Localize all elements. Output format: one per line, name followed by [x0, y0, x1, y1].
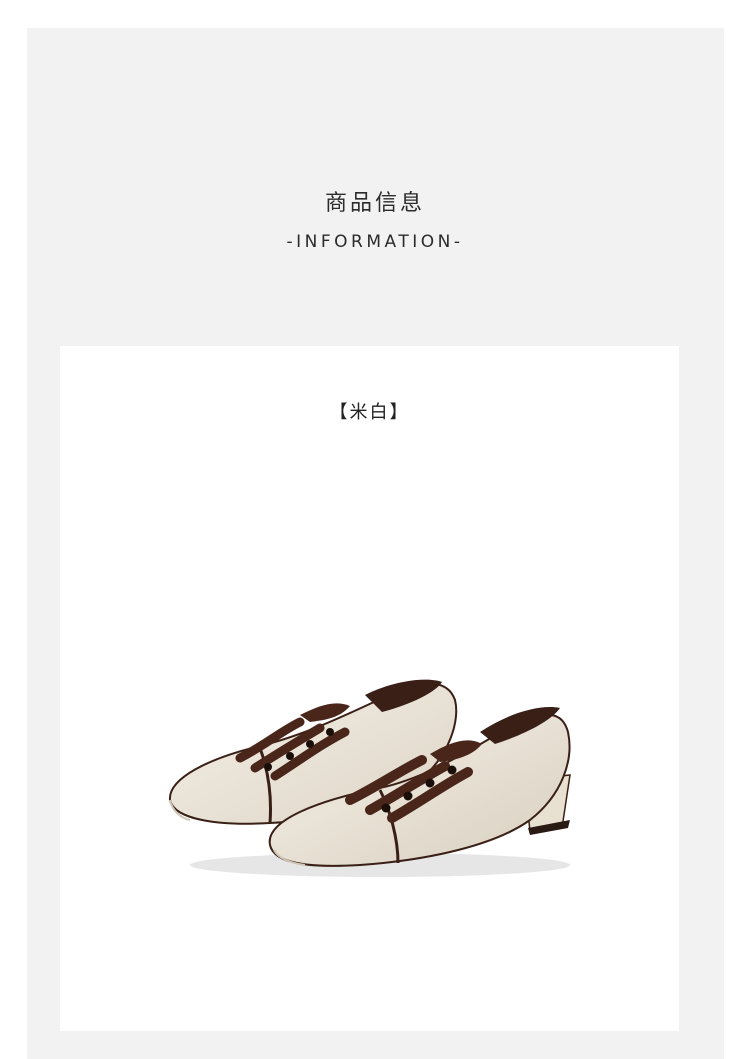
- page: 商品信息 -INFORMATION- 【米白】: [0, 0, 750, 1059]
- section-title-cn: 商品信息: [324, 191, 425, 216]
- shoe-pair-image: [168, 679, 571, 877]
- color-label: 【米白】: [329, 402, 410, 423]
- section-title-en: -INFORMATION-: [286, 232, 464, 252]
